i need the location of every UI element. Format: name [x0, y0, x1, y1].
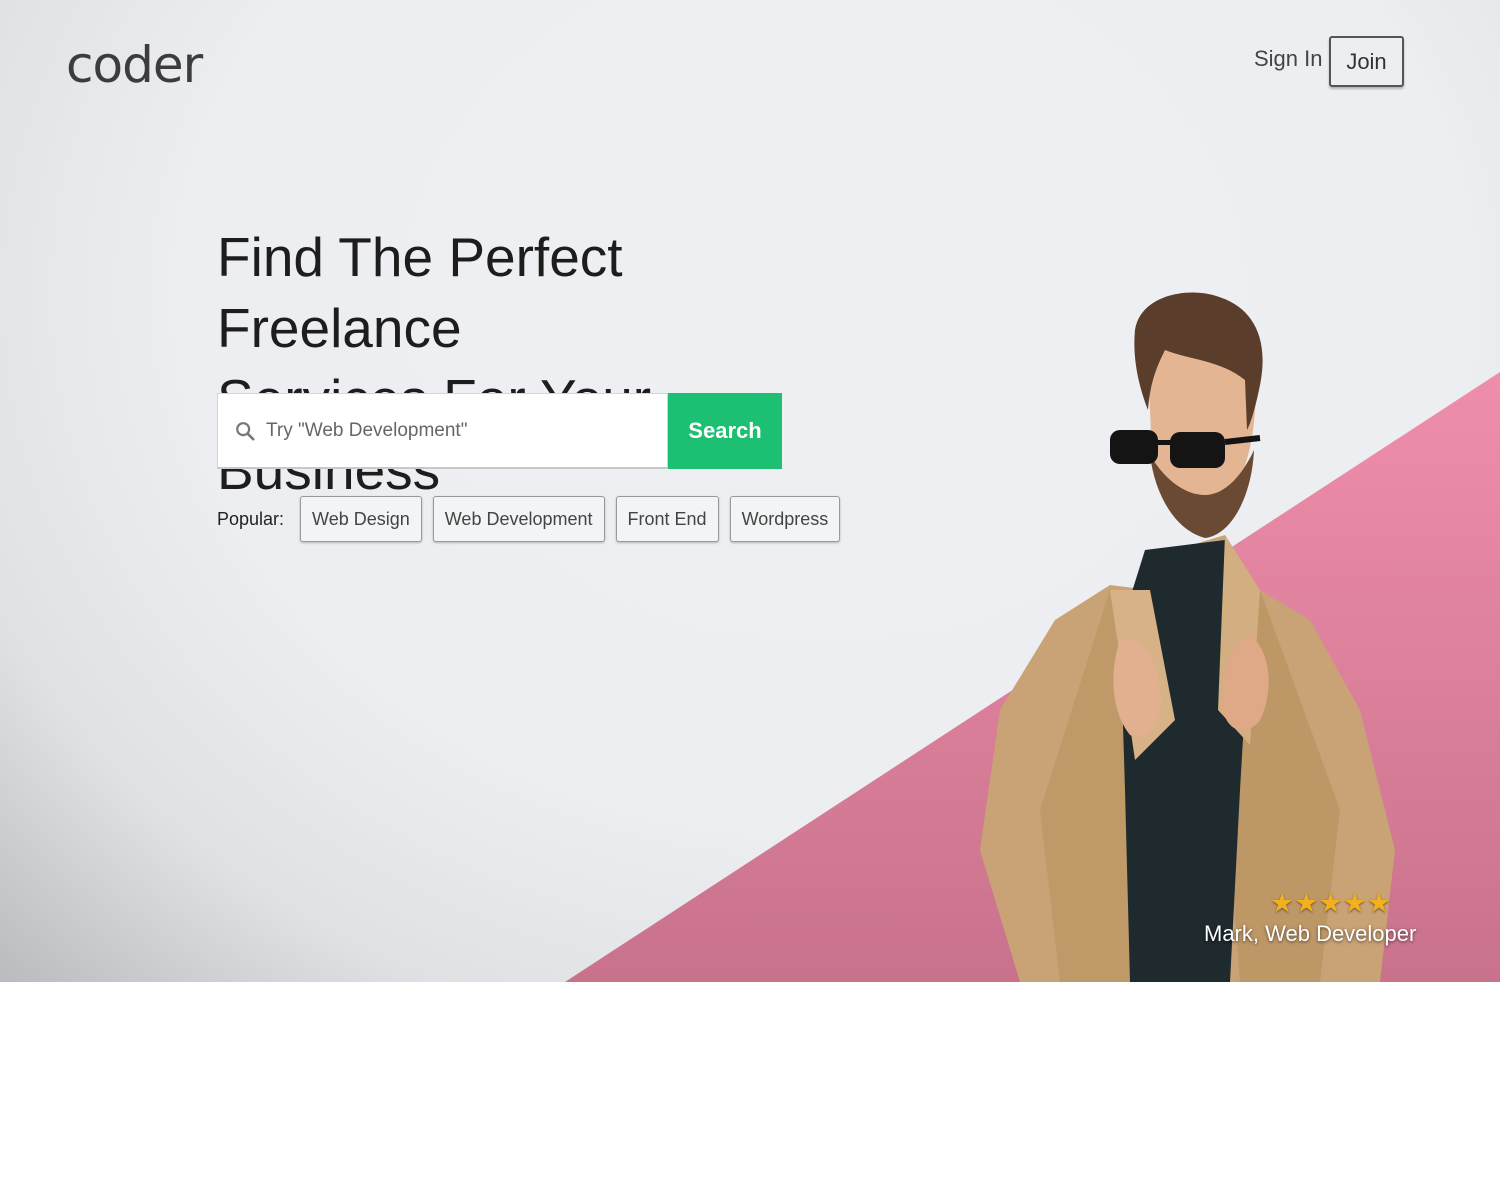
tag-web-development[interactable]: Web Development	[432, 496, 605, 542]
star-icon: ★	[1294, 888, 1319, 918]
search-icon	[236, 421, 255, 441]
headline-line-1: Find The Perfect Freelance	[217, 226, 623, 359]
search-input[interactable]	[266, 394, 667, 467]
logo[interactable]: coder	[66, 36, 203, 94]
star-icon: ★	[1318, 888, 1343, 918]
search-box	[217, 393, 668, 469]
testimonial-caption: Mark, Web Developer	[1204, 921, 1417, 946]
hero-section: coder Sign In Join Find The Perfect Free…	[0, 0, 1500, 982]
tag-wordpress[interactable]: Wordpress	[729, 496, 841, 542]
sign-in-link[interactable]: Sign In	[1254, 46, 1323, 72]
tag-front-end[interactable]: Front End	[615, 496, 719, 542]
popular-label: Popular:	[217, 508, 285, 529]
star-icon: ★	[1366, 888, 1392, 918]
search-button[interactable]: Search	[668, 393, 782, 469]
star-icon: ★	[1270, 888, 1295, 918]
star-rating: ★ ★ ★ ★ ★	[1270, 888, 1391, 918]
star-icon: ★	[1342, 888, 1367, 918]
tag-web-design[interactable]: Web Design	[300, 496, 422, 542]
popular-tags: Popular: Web Design Web Development Fron…	[217, 496, 851, 542]
hero-person-image	[980, 292, 1395, 982]
join-button[interactable]: Join	[1329, 36, 1404, 87]
